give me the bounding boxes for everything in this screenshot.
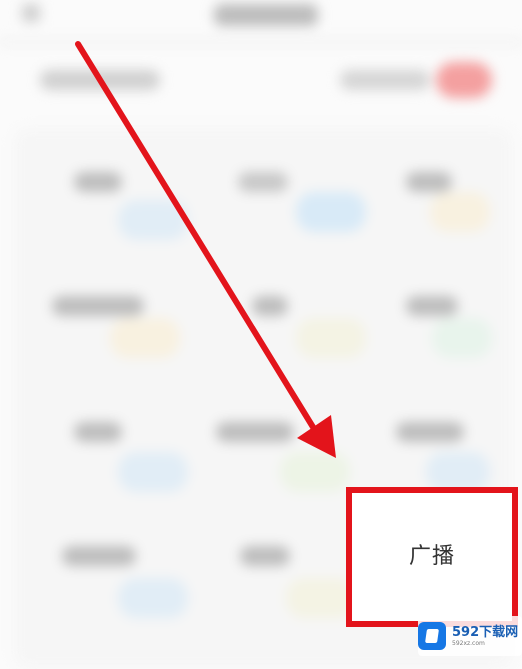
- watermark: 592下载网 592xz.com: [418, 616, 522, 656]
- arrow-head: [297, 415, 336, 458]
- broadcast-label: 广播: [408, 544, 455, 569]
- watermark-title: 592下载网: [452, 624, 519, 640]
- watermark-url: 592xz.com: [452, 639, 485, 647]
- highlighted-broadcast-tile[interactable]: 广播: [346, 487, 518, 627]
- arrow-shaft: [75, 41, 319, 435]
- app-screen: 广播 592下载网 592xz.com: [0, 0, 522, 669]
- watermark-logo-icon: [418, 622, 446, 650]
